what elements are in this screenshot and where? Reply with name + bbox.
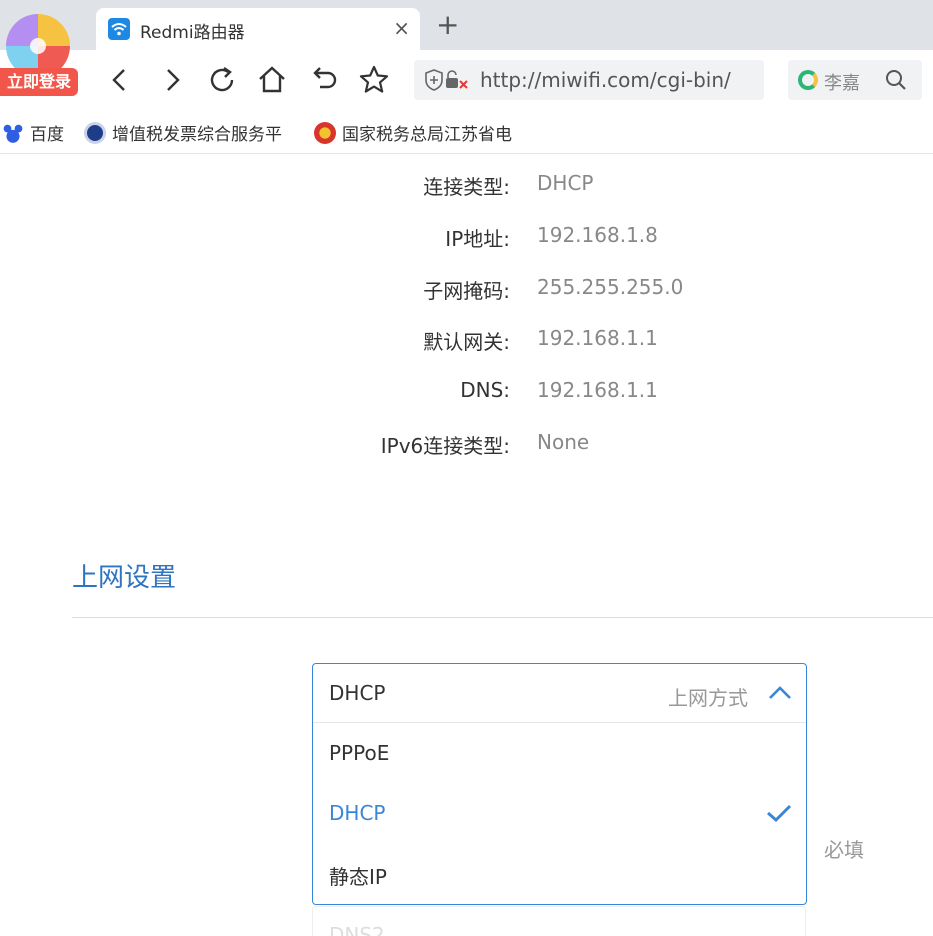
option-static-ip[interactable]: 静态IP (313, 844, 806, 904)
baidu-paw-icon (2, 121, 24, 144)
info-label: IPv6连接类型: (380, 434, 510, 458)
address-text: http://miwifi.com/cgi-bin/ (480, 68, 731, 92)
search-engine-icon (798, 70, 818, 90)
info-value: 255.255.255.0 (537, 275, 684, 299)
info-label: IP地址: (445, 227, 510, 251)
section-title: 上网设置 (72, 563, 177, 593)
info-value: None (537, 430, 590, 454)
info-row-default-gateway: 默认网关: 192.168.1.1 (0, 326, 933, 356)
dns2-label: DNS2 (329, 923, 385, 936)
select-caption: 上网方式 (668, 686, 748, 710)
info-row-subnet-mask: 子网掩码: 255.255.255.0 (0, 275, 933, 305)
info-label: 连接类型: (423, 175, 510, 199)
info-label: DNS: (460, 378, 510, 402)
search-box[interactable]: 李嘉 (788, 60, 922, 100)
browser-logo[interactable]: 立即登录 (0, 4, 80, 96)
option-pppoe[interactable]: PPPoE (313, 724, 806, 784)
address-bar[interactable]: http://miwifi.com/cgi-bin/ (414, 60, 764, 100)
tab-redmi-router[interactable]: Redmi路由器 × (96, 8, 420, 50)
search-icon[interactable] (884, 68, 908, 92)
undo-icon[interactable] (308, 64, 340, 96)
info-value: 192.168.1.1 (537, 326, 658, 350)
info-value: 192.168.1.8 (537, 223, 658, 247)
selected-value: DHCP (329, 681, 386, 705)
shield-icon (425, 69, 468, 91)
connection-mode-select[interactable]: DHCP 上网方式 PPPoE DHCP 静态IP (312, 663, 807, 905)
info-label: 子网掩码: (423, 279, 510, 303)
info-row-dns: DNS: 192.168.1.1 (0, 378, 933, 408)
tax-emblem-icon (314, 121, 336, 144)
option-label: PPPoE (329, 741, 390, 765)
option-label: 静态IP (329, 865, 387, 889)
chevron-up-icon[interactable] (768, 684, 792, 702)
bookmark-tax-platform[interactable]: 增值税发票综合服务平 (84, 120, 294, 144)
browser-toolbar: http://miwifi.com/cgi-bin/ 李嘉 (0, 50, 933, 110)
select-trigger[interactable]: DHCP 上网方式 (313, 664, 806, 723)
required-note: 必填 (824, 838, 864, 862)
home-icon[interactable] (256, 64, 288, 96)
tab-bar: Redmi路由器 × + (0, 0, 933, 50)
tab-title: Redmi路由器 (140, 23, 245, 43)
new-tab-button[interactable]: + (436, 10, 459, 40)
option-dhcp[interactable]: DHCP (313, 784, 806, 844)
close-icon[interactable]: × (393, 16, 410, 40)
info-row-connection-type: 连接类型: DHCP (0, 171, 933, 201)
reload-icon[interactable] (206, 64, 238, 96)
tax-platform-icon (84, 121, 106, 144)
info-value: DHCP (537, 171, 594, 195)
info-value: 192.168.1.1 (537, 378, 658, 402)
dns2-field[interactable]: DNS2 (312, 906, 806, 936)
section-divider (72, 617, 933, 618)
star-icon[interactable] (358, 64, 390, 96)
back-icon[interactable] (104, 64, 136, 96)
login-badge[interactable]: 立即登录 (0, 68, 78, 96)
option-label: DHCP (329, 801, 386, 825)
bookmarks-bar: 百度 增值税发票综合服务平 国家税务总局江苏省电 (0, 110, 933, 154)
wifi-icon (108, 18, 130, 40)
info-row-ipv6-type: IPv6连接类型: None (0, 430, 933, 460)
bookmark-tax-bureau[interactable]: 国家税务总局江苏省电 (314, 120, 524, 144)
info-label: 默认网关: (423, 330, 510, 354)
check-icon (767, 804, 792, 823)
info-row-ip-address: IP地址: 192.168.1.8 (0, 223, 933, 253)
bookmark-baidu[interactable]: 百度 (2, 120, 72, 144)
forward-icon[interactable] (156, 64, 188, 96)
search-text: 李嘉 (824, 73, 860, 94)
